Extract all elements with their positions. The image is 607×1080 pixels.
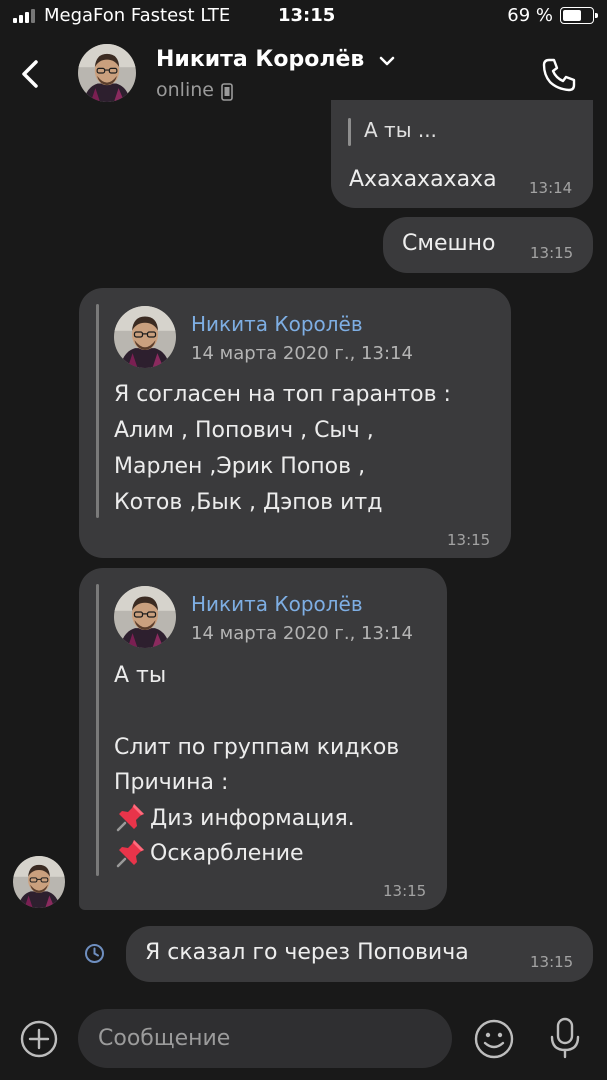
message-input[interactable] [78,1009,452,1068]
message-line: Котов ,Бык , Дэпов итд [114,490,383,515]
forwarded-message-bubble[interactable]: Никита Королёв 14 марта 2020 г., 13:14 Я… [79,288,511,558]
message-time: 13:15 [530,953,574,971]
contact-name[interactable]: Никита Королёв [156,47,364,72]
mobile-device-icon [221,83,233,101]
pushpin-icon [116,802,146,832]
emoji-icon[interactable] [473,1018,515,1060]
contact-avatar[interactable] [78,44,136,102]
battery-percentage: 69 % [507,5,553,26]
forwarded-date: 14 марта 2020 г., 13:14 [191,623,413,644]
message-line: А ты [114,663,167,688]
message-bubble-outgoing[interactable]: Я сказал го через Поповича 13:15 [126,926,593,982]
reply-quote-text: А ты ... [364,118,437,142]
chevron-down-icon[interactable] [379,55,395,67]
microphone-icon[interactable] [546,1016,584,1060]
message-line: Я согласен на топ гарантов : [114,382,451,407]
message-line: Диз информация. [150,806,355,831]
status-bar: MegaFon Fastest LTE 13:15 69 % [0,0,607,34]
message-line: Причина : [114,770,229,795]
carrier-label: MegaFon Fastest LTE [44,5,231,26]
presence-status: online [156,79,214,101]
message-line: Алим , Попович , Сыч , [114,418,374,443]
forwarded-sender-avatar[interactable] [114,306,176,368]
forward-quote-bar [96,584,99,876]
back-chevron-icon[interactable] [14,54,50,94]
message-time: 13:15 [530,244,574,262]
clock-icon [85,944,104,963]
message-text: Смешно [402,231,496,256]
sender-avatar[interactable] [13,856,65,908]
forwarded-message-bubble[interactable]: Никита Королёв 14 марта 2020 г., 13:14 А… [79,568,447,910]
battery-icon [560,7,598,24]
composer-bar [0,1000,607,1080]
message-line: Оскарбление [150,841,304,866]
message-bubble-outgoing[interactable]: Смешно 13:15 [383,217,593,273]
message-time: 13:15 [447,531,491,549]
pushpin-icon [116,838,146,868]
forwarded-sender-avatar[interactable] [114,586,176,648]
message-text: Ахахахахаха [349,167,497,192]
message-bubble-outgoing[interactable]: А ты ... Ахахахахаха 13:14 [331,100,593,208]
forwarded-sender-name[interactable]: Никита Королёв [191,592,363,616]
message-line: Марлен ,Эрик Попов , [114,454,366,479]
message-text: Я сказал го через Поповича [145,940,469,965]
phone-icon[interactable] [540,56,578,94]
status-time: 13:15 [278,5,336,26]
message-time: 13:14 [529,179,573,197]
forward-quote-bar [96,304,99,518]
forwarded-date: 14 марта 2020 г., 13:14 [191,343,413,364]
reply-quote-bar [348,118,351,146]
message-time: 13:15 [383,882,427,900]
plus-icon[interactable] [19,1019,59,1059]
message-line: Слит по группам кидков [114,735,400,760]
forwarded-sender-name[interactable]: Никита Королёв [191,312,363,336]
